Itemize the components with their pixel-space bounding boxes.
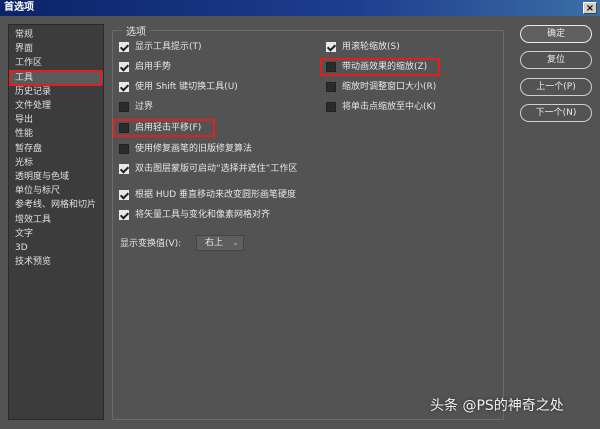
window-title: 首选项	[4, 2, 34, 13]
close-icon[interactable]: ×	[583, 2, 597, 14]
highlight-flick-panning	[113, 119, 215, 137]
next-button[interactable]: 下一个(N)	[520, 104, 592, 122]
option-label: 使用修复画笔的旧版修复算法	[135, 144, 253, 154]
sidebar-item[interactable]: 参考线、网格和切片	[9, 198, 103, 212]
sidebar-item[interactable]: 导出	[9, 113, 103, 127]
option-label: 双击图层蒙版可启动“选择并遮住”工作区	[135, 164, 298, 174]
option-label: 显示工具提示(T)	[135, 42, 202, 52]
reset-button[interactable]: 复位	[520, 51, 592, 69]
chevron-down-icon: ⌄	[232, 238, 239, 247]
checkbox[interactable]	[119, 102, 129, 112]
transform-values-value: 右上	[205, 238, 224, 248]
option-label: 根据 HUD 垂直移动来改变圆形画笔硬度	[135, 190, 297, 200]
checkbox[interactable]	[119, 62, 129, 72]
title-bar: 首选项 ×	[0, 0, 600, 16]
transform-values-label: 显示变换值(V):	[120, 239, 182, 249]
checkbox[interactable]	[119, 164, 129, 174]
sidebar-item[interactable]: 界面	[9, 42, 103, 56]
sidebar-item[interactable]: 光标	[9, 156, 103, 170]
options-group-title: 选项	[122, 23, 150, 38]
option-label: 将单击点缩放至中心(K)	[342, 102, 436, 112]
sidebar-item[interactable]: 常规	[9, 28, 103, 42]
option-label: 用滚轮缩放(S)	[342, 42, 400, 52]
watermark: 头条 @PS的神奇之处	[430, 398, 564, 414]
sidebar-item[interactable]: 单位与标尺	[9, 184, 103, 198]
ok-button[interactable]: 确定	[520, 25, 592, 43]
checkbox[interactable]	[326, 82, 336, 92]
checkbox[interactable]	[119, 210, 129, 220]
sidebar-item[interactable]: 文件处理	[9, 99, 103, 113]
option-label: 过界	[135, 102, 154, 112]
option-label: 将矢量工具与变化和像素网格对齐	[135, 210, 271, 220]
sidebar-item[interactable]: 增效工具	[9, 213, 103, 227]
previous-button[interactable]: 上一个(P)	[520, 78, 592, 96]
sidebar-item[interactable]: 暂存盘	[9, 142, 103, 156]
option-label: 使用 Shift 键切换工具(U)	[135, 82, 238, 92]
checkbox[interactable]	[119, 144, 129, 154]
sidebar-item[interactable]: 透明度与色域	[9, 170, 103, 184]
checkbox[interactable]	[326, 42, 336, 52]
highlight-tools-item	[9, 70, 102, 86]
sidebar-item[interactable]: 3D	[9, 241, 103, 255]
checkbox[interactable]	[119, 42, 129, 52]
sidebar-item[interactable]: 工作区	[9, 56, 103, 70]
checkbox[interactable]	[326, 102, 336, 112]
checkbox[interactable]	[119, 190, 129, 200]
checkbox[interactable]	[119, 82, 129, 92]
sidebar-item[interactable]: 技术预览	[9, 255, 103, 269]
option-label: 启用手势	[135, 62, 172, 72]
transform-values-select[interactable]: 右上 ⌄	[196, 235, 244, 251]
sidebar-item[interactable]: 历史记录	[9, 85, 103, 99]
sidebar-item[interactable]: 性能	[9, 127, 103, 141]
option-label: 缩放时调整窗口大小(R)	[342, 82, 437, 92]
sidebar-item[interactable]: 文字	[9, 227, 103, 241]
highlight-animated-zoom	[320, 58, 440, 76]
